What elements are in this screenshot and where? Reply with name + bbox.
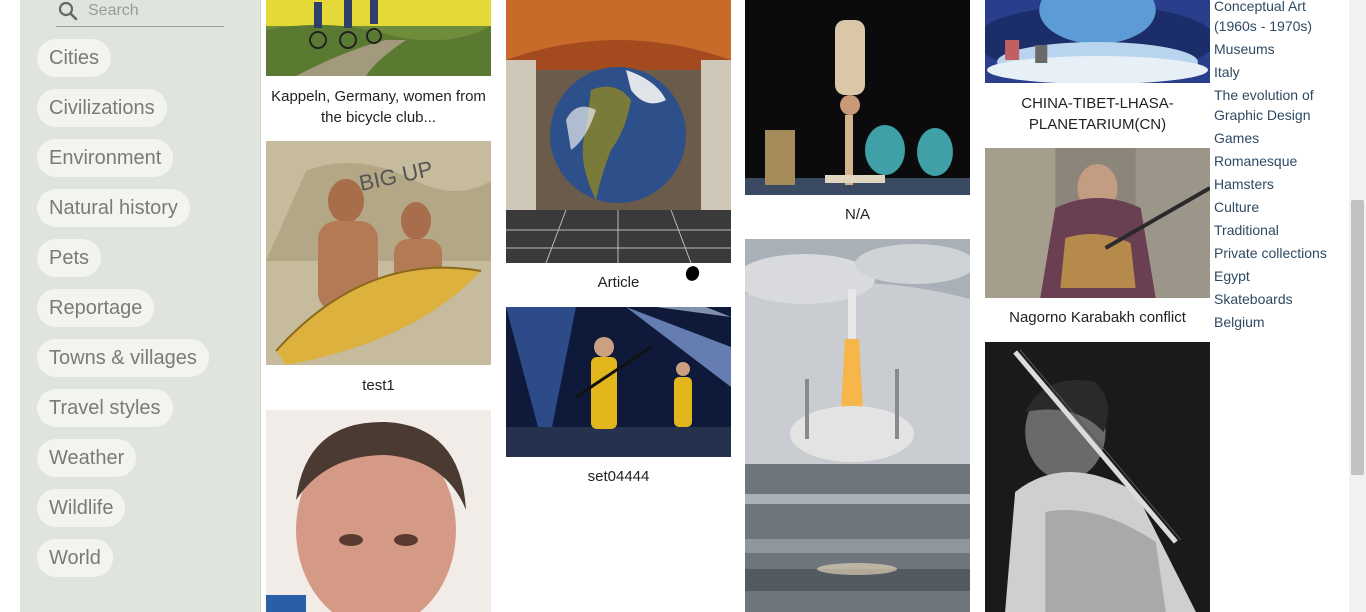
photo-rocket-launch[interactable]: [745, 239, 970, 612]
search-input[interactable]: [88, 0, 222, 22]
link-belgium[interactable]: Belgium: [1214, 312, 1340, 332]
search-icon[interactable]: [58, 1, 78, 21]
photo-column-3: N/A: [745, 0, 970, 612]
photo-globe-hall[interactable]: [506, 0, 731, 263]
link-private-collections[interactable]: Private collections: [1214, 243, 1340, 263]
photo-column-2: Article set04444: [506, 0, 731, 612]
tag-link-list: Conceptual Art (1960s - 1970s) Museums I…: [1214, 0, 1340, 335]
category-environment[interactable]: Environment: [37, 139, 174, 177]
photo-acrobats[interactable]: [745, 0, 970, 195]
link-traditional[interactable]: Traditional: [1214, 220, 1340, 240]
link-museums[interactable]: Museums: [1214, 39, 1340, 59]
category-list: Cities Civilizations Environment Natural…: [37, 39, 209, 589]
category-cities[interactable]: Cities: [37, 39, 112, 77]
caption-bicycle: Kappeln, Germany, women from the bicycle…: [271, 88, 486, 126]
photo-guitarist[interactable]: [985, 342, 1210, 612]
link-skateboards[interactable]: Skateboards: [1214, 289, 1340, 309]
category-pets[interactable]: Pets: [37, 239, 102, 277]
link-hamsters[interactable]: Hamsters: [1214, 174, 1340, 194]
link-romanesque[interactable]: Romanesque: [1214, 151, 1340, 171]
category-travel-styles[interactable]: Travel styles: [37, 389, 173, 427]
category-wildlife[interactable]: Wildlife: [37, 489, 126, 527]
search-bar: [56, 0, 224, 27]
link-egypt[interactable]: Egypt: [1214, 266, 1340, 286]
photo-planetarium[interactable]: [985, 0, 1210, 83]
scrollbar-thumb[interactable]: [1351, 200, 1364, 475]
photo-column-4: CHINA-TIBET-LHASA-PLANETARIUM(CN) Nagorn…: [985, 0, 1210, 612]
link-conceptual-art[interactable]: Conceptual Art (1960s - 1970s): [1214, 0, 1340, 36]
photo-bicycle[interactable]: [266, 0, 491, 76]
category-world[interactable]: World: [37, 539, 113, 577]
link-graphic-design[interactable]: The evolution of Graphic Design: [1214, 85, 1340, 125]
photo-surfers[interactable]: BIG UP: [266, 141, 491, 365]
link-italy[interactable]: Italy: [1214, 62, 1340, 82]
caption-na: N/A: [844, 206, 870, 223]
photo-portrait[interactable]: [266, 410, 491, 612]
category-towns-villages[interactable]: Towns & villages: [37, 339, 209, 377]
link-games[interactable]: Games: [1214, 128, 1340, 148]
category-natural-history[interactable]: Natural history: [37, 189, 190, 227]
page: Cities Civilizations Environment Natural…: [0, 0, 1366, 612]
vertical-scrollbar[interactable]: [1349, 0, 1366, 612]
caption-nagorno: Nagorno Karabakh conflict: [1009, 309, 1186, 326]
photo-elderly-woman[interactable]: [985, 148, 1210, 298]
category-civilizations[interactable]: Civilizations: [37, 89, 167, 127]
category-weather[interactable]: Weather: [37, 439, 137, 477]
caption-planetarium: CHINA-TIBET-LHASA-PLANETARIUM(CN): [1021, 95, 1174, 133]
caption-test1: test1: [362, 377, 395, 394]
caption-set04444: set04444: [587, 468, 650, 485]
photo-column-1: Kappeln, Germany, women from the bicycle…: [266, 0, 491, 612]
category-sidebar: Cities Civilizations Environment Natural…: [20, 0, 261, 612]
category-reportage[interactable]: Reportage: [37, 289, 155, 327]
link-culture[interactable]: Culture: [1214, 197, 1340, 217]
photo-concert[interactable]: [506, 307, 731, 457]
